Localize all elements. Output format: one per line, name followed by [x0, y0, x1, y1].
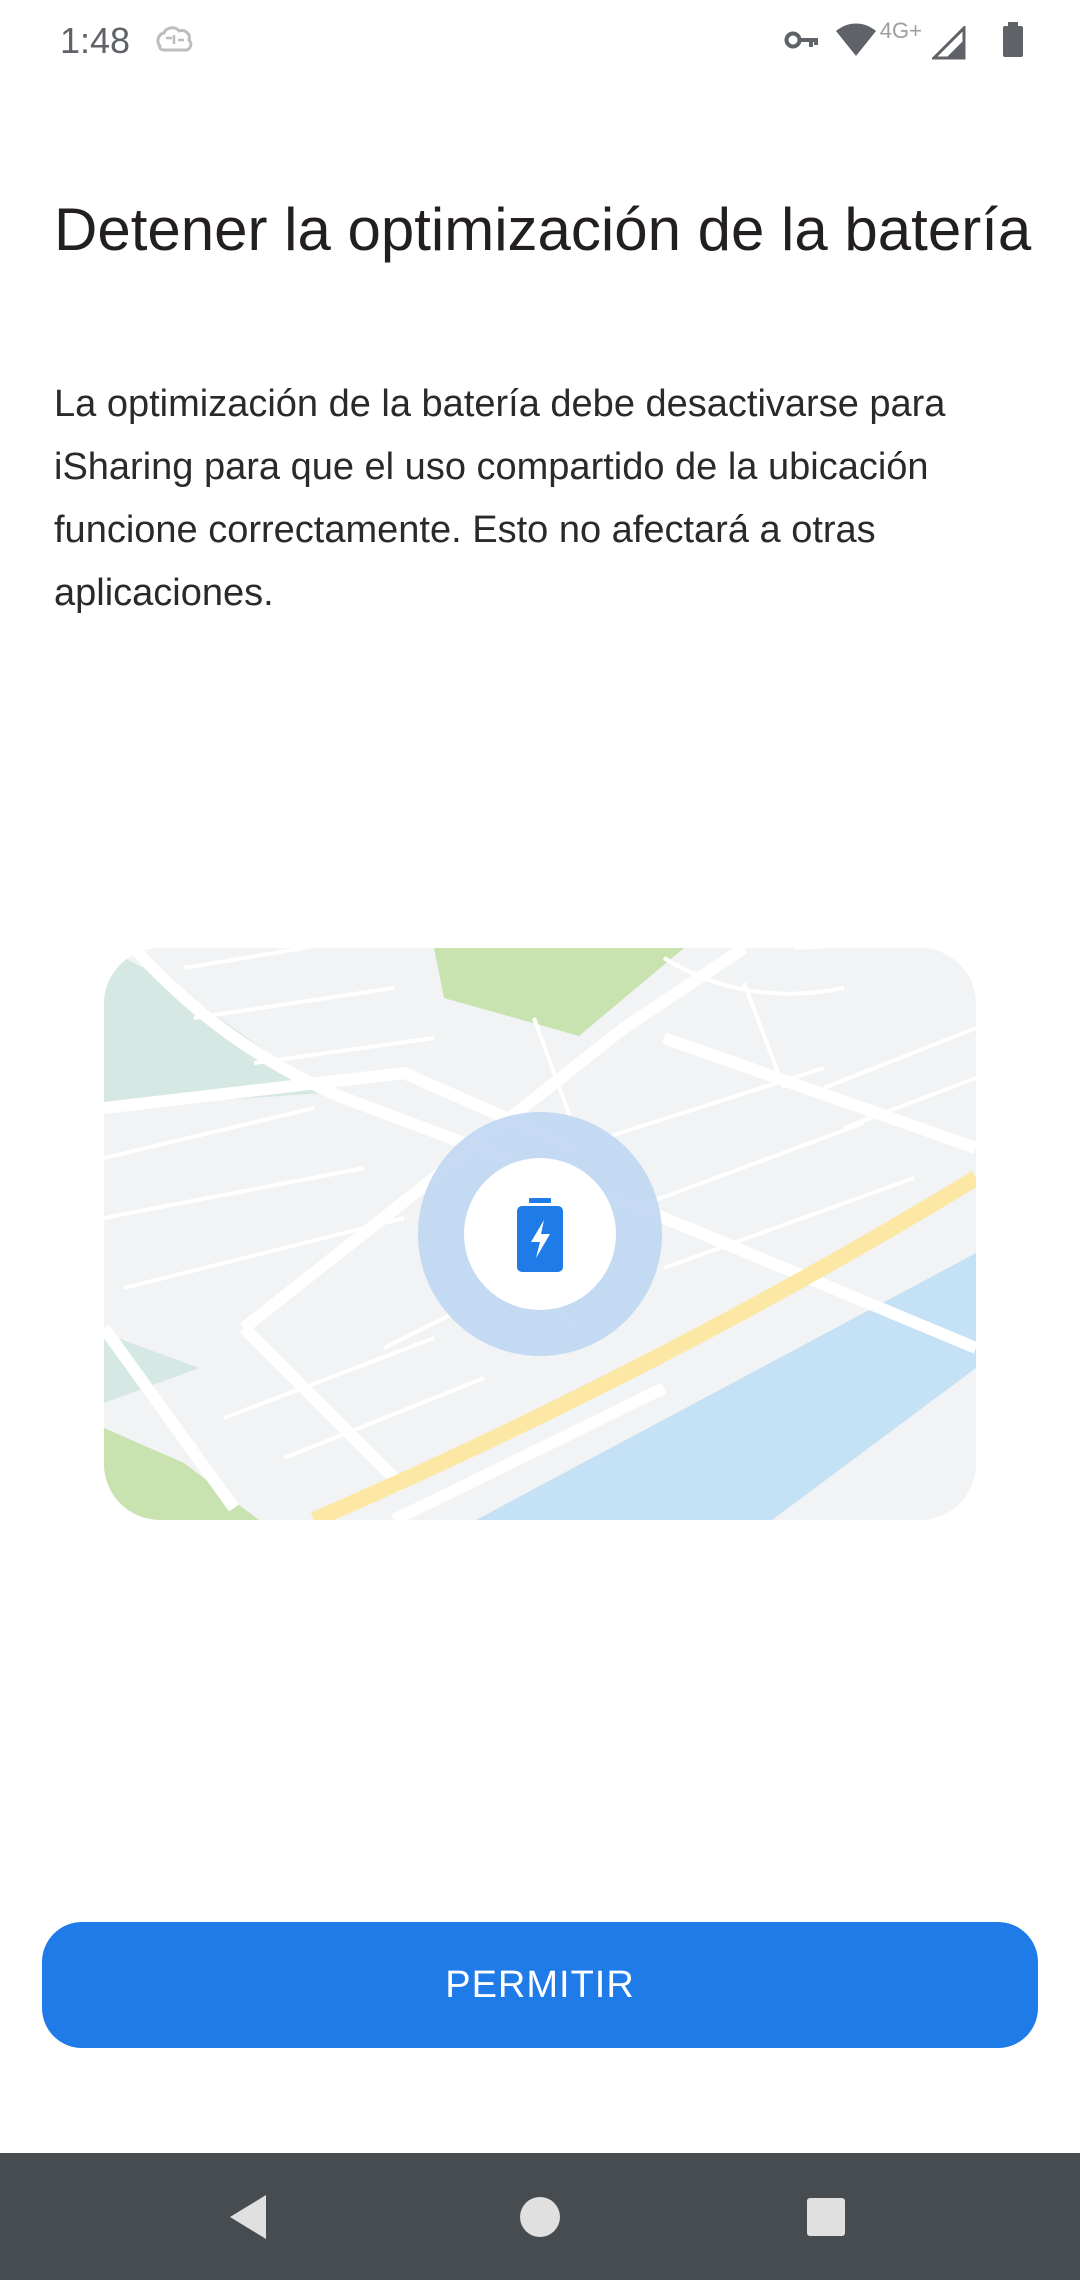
- page-description: La optimización de la batería debe desac…: [54, 383, 946, 614]
- page-title: Detener la optimización de la batería: [54, 196, 1032, 263]
- navigation-bar: [0, 2153, 1080, 2280]
- back-icon[interactable]: [190, 2153, 310, 2280]
- brain-icon: [154, 24, 194, 63]
- wifi-icon: [834, 22, 878, 63]
- allow-button[interactable]: PERMITIR: [42, 1922, 1038, 2048]
- network-type: 4G+: [879, 18, 922, 43]
- status-time: 1:48: [60, 20, 131, 61]
- battery-charging-icon: [517, 1198, 563, 1272]
- vpn-key-icon: [784, 28, 820, 57]
- signal-icon: [930, 24, 966, 65]
- recents-icon[interactable]: [766, 2153, 886, 2280]
- home-icon[interactable]: [480, 2153, 600, 2280]
- battery-icon: [1002, 22, 1024, 63]
- map-illustration: [104, 948, 976, 1520]
- status-bar: 1:48 4G+: [0, 0, 1080, 84]
